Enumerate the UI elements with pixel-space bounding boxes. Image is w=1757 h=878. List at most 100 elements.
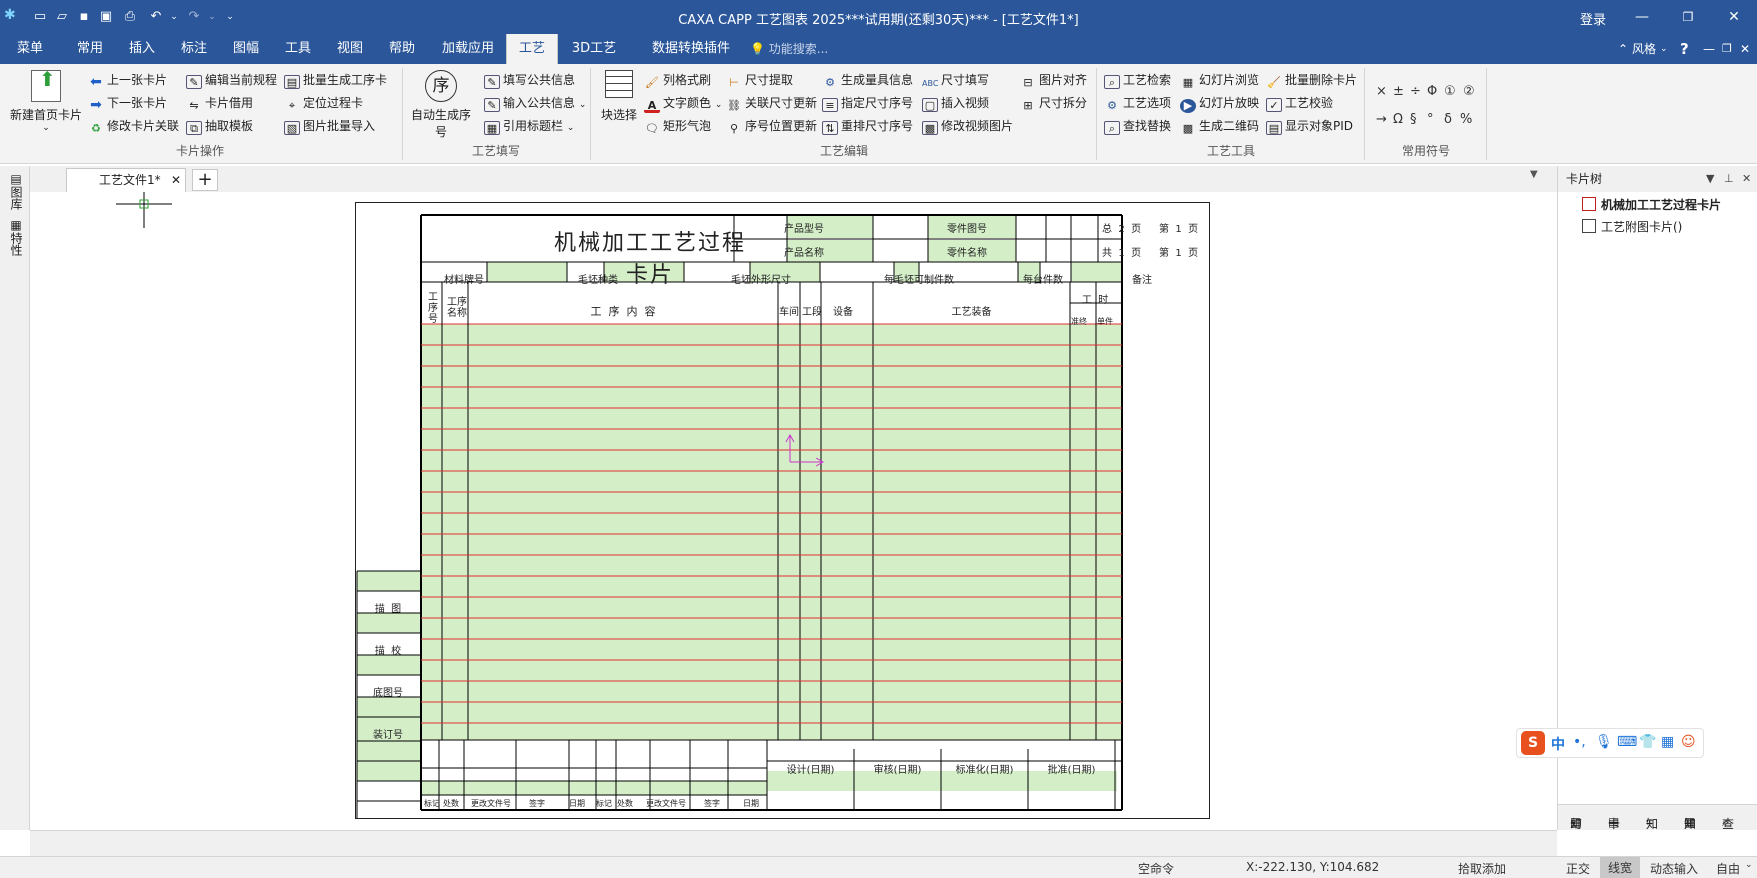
function-search[interactable]: 💡 功能搜索... xyxy=(750,34,828,64)
tab-tools[interactable]: 工具 xyxy=(280,34,316,64)
doc-minimize-icon[interactable]: — xyxy=(1703,34,1715,64)
symbol-circle-1[interactable]: ① xyxy=(1444,84,1456,99)
symbol-phi[interactable]: Φ xyxy=(1427,84,1437,99)
redo-dropdown-icon[interactable]: ⌄ xyxy=(202,6,222,28)
symbol-circle-2[interactable]: ② xyxy=(1463,84,1475,99)
login-button[interactable]: 登录 xyxy=(1580,9,1606,28)
doc-restore-icon[interactable]: ❐ xyxy=(1722,34,1732,64)
tab-process-file-1[interactable]: 工艺文件1* ✕ xyxy=(66,168,186,192)
tab-view[interactable]: 视图 xyxy=(332,34,368,64)
left-tab-properties[interactable]: ▦特性 xyxy=(8,218,25,256)
assign-size-seq-button[interactable]: ≡ 指定尺寸序号 xyxy=(822,92,913,114)
auto-seq-button[interactable]: 序 自动生成序号 xyxy=(406,70,476,140)
new-file-icon[interactable]: ▭ xyxy=(30,6,50,28)
edit-current-rule-button[interactable]: ✎ 编辑当前规程 xyxy=(186,69,277,91)
doc-close-icon[interactable]: ✕ xyxy=(1740,34,1750,64)
style-menu[interactable]: 风格 xyxy=(1632,34,1656,64)
column-brush-button[interactable]: 🖌 列格式刷 xyxy=(644,69,711,91)
tab-process[interactable]: 工艺 xyxy=(506,34,558,64)
block-select-button[interactable]: 块选择 xyxy=(596,70,642,123)
minimize-icon[interactable]: — xyxy=(1622,4,1662,30)
insert-video-button[interactable]: ▢ 插入视频 xyxy=(922,92,989,114)
tree-node-attachment-card[interactable]: 工艺附图卡片() xyxy=(1582,218,1682,235)
tab-list-dropdown-icon[interactable]: ▼ xyxy=(1530,169,1538,180)
tab-common[interactable]: 常用 xyxy=(72,34,108,64)
show-pid-button[interactable]: ▤ 显示对象PID xyxy=(1266,115,1353,137)
add-tab-button[interactable]: + xyxy=(192,169,218,191)
ref-title-button[interactable]: ▦ 引用标题栏 ⌄ xyxy=(484,115,574,137)
status-dynamic-input-toggle[interactable]: 动态输入 xyxy=(1650,860,1698,877)
seq-pos-update-button[interactable]: ⚲ 序号位置更新 xyxy=(726,115,817,137)
tab-sheet[interactable]: 图幅 xyxy=(228,34,264,64)
rect-bubble-button[interactable]: 🗨 矩形气泡 xyxy=(644,115,711,137)
text-color-button[interactable]: A 文字颜色 ⌄ xyxy=(644,92,722,114)
ime-punctuation-icon[interactable]: •, xyxy=(1573,734,1586,750)
input-public-button[interactable]: ✎ 输入公共信息 ⌄ xyxy=(484,92,586,114)
image-batch-import-button[interactable]: ▧ 图片批量导入 xyxy=(284,115,375,137)
symbol-percent[interactable]: % xyxy=(1460,112,1472,127)
tab-help[interactable]: 帮助 xyxy=(384,34,420,64)
modify-video-image-button[interactable]: ▩ 修改视频图片 xyxy=(922,115,1013,137)
tab-close-icon[interactable]: ✕ xyxy=(171,169,181,191)
tab-3d-process[interactable]: 3D工艺 xyxy=(568,34,620,64)
ime-face-icon[interactable]: ☺ xyxy=(1681,734,1696,750)
ime-apps-icon[interactable]: ▦ xyxy=(1661,734,1674,750)
undo-dropdown-icon[interactable]: ⌄ xyxy=(164,6,184,28)
menu-main[interactable]: 菜单 xyxy=(8,34,52,64)
symbol-delta[interactable]: δ xyxy=(1444,112,1452,127)
open-file-icon[interactable]: ▱ xyxy=(52,6,72,28)
locate-process-button[interactable]: ⌖ 定位过程卡 xyxy=(284,92,363,114)
process-check-button[interactable]: ✓ 工艺校验 xyxy=(1266,92,1333,114)
pin-icon[interactable]: ⊥ xyxy=(1724,166,1734,192)
batch-gen-process-card-button[interactable]: ▤ 批量生成工序卡 xyxy=(284,69,387,91)
size-fill-button[interactable]: ABC 尺寸填写 xyxy=(922,69,989,91)
tree-node-process-card[interactable]: 机械加工工艺过程卡片 xyxy=(1582,196,1721,213)
tab-addons[interactable]: 加载应用 xyxy=(438,34,498,64)
gen-gauge-info-button[interactable]: ⚙ 生成量具信息 xyxy=(822,69,913,91)
batch-delete-card-button[interactable]: 🧹 批量删除卡片 xyxy=(1266,69,1357,91)
style-collapse-icon[interactable]: ⌃ xyxy=(1618,34,1628,64)
size-extract-button[interactable]: ⊢ 尺寸提取 xyxy=(726,69,793,91)
symbol-times[interactable]: × xyxy=(1376,84,1387,99)
extract-template-button[interactable]: ⧉ 抽取模板 xyxy=(186,115,253,137)
save-all-icon[interactable]: ▣ xyxy=(96,6,116,28)
symbol-degree[interactable]: ° xyxy=(1427,112,1434,127)
customize-toolbar-icon[interactable]: ⌄ xyxy=(220,6,240,28)
keyboard-icon[interactable]: ⌨ xyxy=(1617,734,1637,750)
ime-toolbar[interactable]: S 中 •, 🎙 ⌨ 👕 ▦ ☺ xyxy=(1516,728,1704,758)
tab-data-convert[interactable]: 数据转换插件 xyxy=(636,34,746,64)
skin-icon[interactable]: 👕 xyxy=(1639,734,1656,750)
status-auto-dropdown-icon[interactable]: ⌄ xyxy=(1745,860,1753,870)
link-size-update-button[interactable]: ⛓ 关联尺寸更新 xyxy=(726,92,817,114)
symbol-divide[interactable]: ÷ xyxy=(1410,84,1421,99)
save-icon[interactable]: ▪ xyxy=(74,6,94,28)
undo-icon[interactable]: ↶ xyxy=(146,6,166,28)
process-options-button[interactable]: ⚙ 工艺选项 xyxy=(1104,92,1171,114)
slide-play-button[interactable]: ▶ 幻灯片放映 xyxy=(1180,92,1259,114)
ime-chinese-mode[interactable]: 中 xyxy=(1551,734,1565,754)
prev-card-button[interactable]: ⬅ 上一张卡片 xyxy=(88,69,167,91)
next-card-button[interactable]: ➡ 下一张卡片 xyxy=(88,92,167,114)
status-ortho-toggle[interactable]: 正交 xyxy=(1566,860,1590,877)
tab-insert[interactable]: 插入 xyxy=(124,34,160,64)
redo-icon[interactable]: ↷ xyxy=(184,6,204,28)
status-pick-add[interactable]: 拾取添加 xyxy=(1458,860,1506,877)
style-dropdown-icon[interactable]: ⌄ xyxy=(1660,34,1668,64)
tab-annotate[interactable]: 标注 xyxy=(176,34,212,64)
modify-card-link-button[interactable]: ♻ 修改卡片关联 xyxy=(88,115,179,137)
panel-dropdown-icon[interactable]: ▼ xyxy=(1706,166,1714,192)
symbol-section[interactable]: § xyxy=(1410,112,1417,127)
new-first-card-button[interactable]: ⬆ 新建首页卡片 ⌄ xyxy=(8,67,84,133)
symbol-plusminus[interactable]: ± xyxy=(1393,84,1404,99)
symbol-omega[interactable]: Ω xyxy=(1393,112,1403,127)
drawing-canvas[interactable]: 机械加工工艺过程卡片 产品型号 产品名称 零件图号 零件名称 总 2 页 共 1… xyxy=(30,192,1557,830)
print-icon[interactable]: ⎙ xyxy=(120,6,140,28)
fill-public-button[interactable]: ✎ 填写公共信息 xyxy=(484,69,575,91)
help-icon[interactable]: ? xyxy=(1680,34,1689,64)
symbol-arrow[interactable]: → xyxy=(1376,112,1387,127)
card-borrow-button[interactable]: ⇋ 卡片借用 xyxy=(186,92,253,114)
close-icon[interactable]: ✕ xyxy=(1714,4,1754,30)
gen-qrcode-button[interactable]: ▩ 生成二维码 xyxy=(1180,115,1259,137)
reorder-size-seq-button[interactable]: ⇅ 重排尺寸序号 xyxy=(822,115,913,137)
panel-close-icon[interactable]: ✕ xyxy=(1742,166,1751,192)
